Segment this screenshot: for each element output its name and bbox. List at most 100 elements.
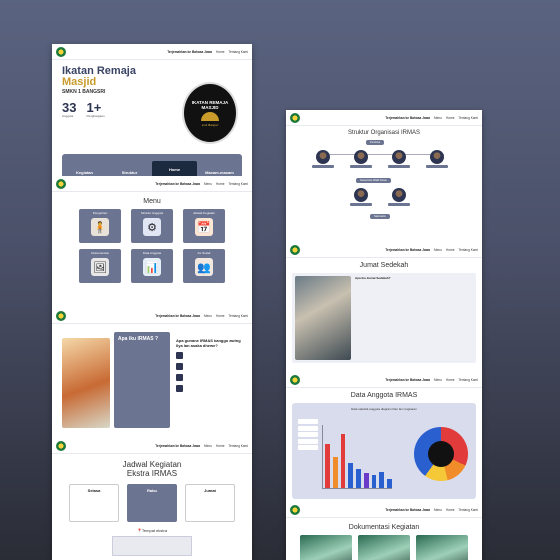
benefit-icon bbox=[176, 352, 183, 359]
photo-icon: 🖼 bbox=[91, 258, 109, 276]
nav-menu-link[interactable]: Menu bbox=[204, 444, 212, 448]
menu-tile-struktur[interactable]: Struktur Anggota ⚙ bbox=[131, 209, 173, 243]
right-page-preview: Terjemahkan ke Bahasa Jawa Menu Home Ten… bbox=[286, 110, 482, 560]
member-tag bbox=[388, 203, 410, 206]
legend-item bbox=[298, 425, 318, 431]
nav-translate-link[interactable]: Terjemahkan ke Bahasa Jawa bbox=[385, 248, 430, 252]
irmas-logo-icon[interactable] bbox=[290, 244, 300, 255]
benefit-item bbox=[176, 385, 242, 392]
menu-tile-pengertian[interactable]: Pengertian 🧍 bbox=[79, 209, 121, 243]
menu-tile-sosial[interactable]: Ke Sosial 👥 bbox=[183, 249, 225, 283]
nav-menu-link[interactable]: Menu bbox=[434, 378, 442, 382]
stat-awards-number: 1+ bbox=[86, 100, 102, 115]
nav-about-link[interactable]: Tentang Kami bbox=[459, 248, 479, 252]
nav-translate-link[interactable]: Terjemahkan ke Bahasa Jawa bbox=[167, 50, 212, 54]
tab-home[interactable]: Home bbox=[152, 160, 197, 178]
nav-home-link[interactable]: Home bbox=[216, 50, 225, 54]
nav-translate-link[interactable]: Terjemahkan ke Bahasa Jawa bbox=[155, 182, 200, 186]
dok-title: Dokumentasi Kegiatan bbox=[348, 524, 420, 531]
nav-about-link[interactable]: Tentang Kami bbox=[229, 314, 249, 318]
menu-navbar: Terjemahkan ke Bahasa Jawa Menu Home Ten… bbox=[52, 176, 252, 192]
avatar bbox=[354, 188, 368, 202]
day-card-selasa[interactable]: Selasa bbox=[69, 484, 119, 522]
nav-menu-link[interactable]: Menu bbox=[204, 314, 212, 318]
nav-translate-link[interactable]: Terjemahkan ke Bahasa Jawa bbox=[385, 508, 430, 512]
irmas-emblem: IKATAN REMAJA MASJID smk Bangsri bbox=[182, 82, 238, 144]
nav-home-link[interactable]: Home bbox=[446, 508, 455, 512]
irmas-logo-icon[interactable] bbox=[56, 46, 66, 57]
dokumentasi-section: Terjemahkan ke Bahasa Jawa Menu Home Ten… bbox=[286, 502, 482, 560]
day-name: Jumat bbox=[204, 488, 216, 493]
legend-item bbox=[298, 419, 318, 424]
chart-icon: 📊 bbox=[143, 258, 161, 276]
nav-home-link[interactable]: Home bbox=[446, 116, 455, 120]
nav-menu-link[interactable]: Menu bbox=[434, 116, 442, 120]
nav-about-link[interactable]: Tentang Kami bbox=[459, 378, 479, 382]
nav-about-link[interactable]: Tentang Kami bbox=[459, 508, 479, 512]
day-card-jumat[interactable]: Jumat bbox=[185, 484, 235, 522]
nav-menu-link[interactable]: Menu bbox=[204, 182, 212, 186]
calendar-icon: 📅 bbox=[195, 218, 213, 236]
map-embed[interactable] bbox=[112, 536, 192, 556]
tile-label: Dokumentasi bbox=[91, 251, 109, 255]
day-card-rabu[interactable]: Rabu bbox=[127, 484, 177, 522]
menu-tile-dokumentasi[interactable]: Dokumentasi 🖼 bbox=[79, 249, 121, 283]
gallery-photo[interactable] bbox=[300, 535, 352, 560]
org-member bbox=[350, 150, 372, 168]
nav-translate-link[interactable]: Terjemahkan ke Bahasa Jawa bbox=[155, 314, 200, 318]
nav-translate-link[interactable]: Terjemahkan ke Bahasa Jawa bbox=[385, 378, 430, 382]
nav-about-link[interactable]: Tentang Kami bbox=[459, 116, 479, 120]
bar bbox=[332, 456, 338, 488]
tab-home-label: Home bbox=[168, 166, 181, 172]
benefit-item bbox=[176, 374, 242, 381]
nav-about-link[interactable]: Tentang Kami bbox=[229, 444, 249, 448]
irmas-logo-icon[interactable] bbox=[56, 178, 66, 189]
nav-menu-link[interactable]: Menu bbox=[434, 248, 442, 252]
anggota-navbar: Terjemahkan ke Bahasa Jawa Menu Home Ten… bbox=[286, 372, 482, 388]
tile-label: Jadwal Kegiatan bbox=[192, 211, 215, 215]
irmas-logo-icon[interactable] bbox=[290, 374, 300, 385]
tile-label: Struktur Anggota bbox=[140, 211, 164, 215]
tab-macam-label: Macam-macam bbox=[205, 169, 234, 175]
org-member bbox=[388, 150, 410, 168]
bar bbox=[340, 434, 346, 488]
left-page-preview: Terjemahkan ke Bahasa Jawa Home Tentang … bbox=[52, 44, 252, 560]
nav-home-link[interactable]: Home bbox=[446, 248, 455, 252]
schedule-subtitle: Ekstra IRMAS bbox=[126, 469, 178, 478]
gallery-photo[interactable] bbox=[416, 535, 468, 560]
legend-item bbox=[298, 432, 318, 437]
gallery-photo[interactable] bbox=[358, 535, 410, 560]
bar bbox=[348, 462, 354, 488]
member-tag bbox=[426, 165, 448, 168]
chart-legend bbox=[298, 419, 318, 452]
benefit-icon bbox=[176, 374, 183, 381]
tile-label: Pengertian bbox=[92, 211, 108, 215]
nav-translate-link[interactable]: Terjemahkan ke Bahasa Jawa bbox=[385, 116, 430, 120]
member-tag bbox=[350, 203, 372, 206]
mosque-dome-icon bbox=[201, 111, 219, 121]
day-name: Selasa bbox=[87, 488, 101, 493]
nav-home-link[interactable]: Home bbox=[216, 314, 225, 318]
nav-about-link[interactable]: Tentang Kami bbox=[229, 182, 249, 186]
irmas-logo-icon[interactable] bbox=[290, 504, 300, 515]
nav-about-link[interactable]: Tentang Kami bbox=[229, 50, 249, 54]
menu-tile-data-anggota[interactable]: Data Anggota 📊 bbox=[131, 249, 173, 283]
member-tag bbox=[312, 165, 334, 168]
jumat-navbar: Terjemahkan ke Bahasa Jawa Menu Home Ten… bbox=[286, 242, 482, 258]
benefit-item bbox=[176, 363, 242, 370]
irmas-logo-icon[interactable] bbox=[290, 112, 300, 123]
nav-home-link[interactable]: Home bbox=[216, 444, 225, 448]
nav-home-link[interactable]: Home bbox=[446, 378, 455, 382]
nav-menu-link[interactable]: Menu bbox=[434, 508, 442, 512]
menu-grid: Pengertian 🧍 Struktur Anggota ⚙ Jadwal K… bbox=[52, 209, 252, 283]
about-photo bbox=[62, 338, 110, 428]
irmas-logo-icon[interactable] bbox=[56, 310, 66, 321]
nav-home-link[interactable]: Home bbox=[216, 182, 225, 186]
hero-section: Ikatan Remaja Masjid SMKN 1 BANGSRI 33 A… bbox=[52, 60, 252, 190]
tab-struktur-label: Struktur bbox=[121, 169, 138, 175]
bar bbox=[356, 469, 361, 488]
nav-translate-link[interactable]: Terjemahkan ke Bahasa Jawa bbox=[155, 444, 200, 448]
irmas-logo-icon[interactable] bbox=[56, 440, 66, 451]
menu-tile-jadwal[interactable]: Jadwal Kegiatan 📅 bbox=[183, 209, 225, 243]
bar bbox=[371, 475, 377, 488]
